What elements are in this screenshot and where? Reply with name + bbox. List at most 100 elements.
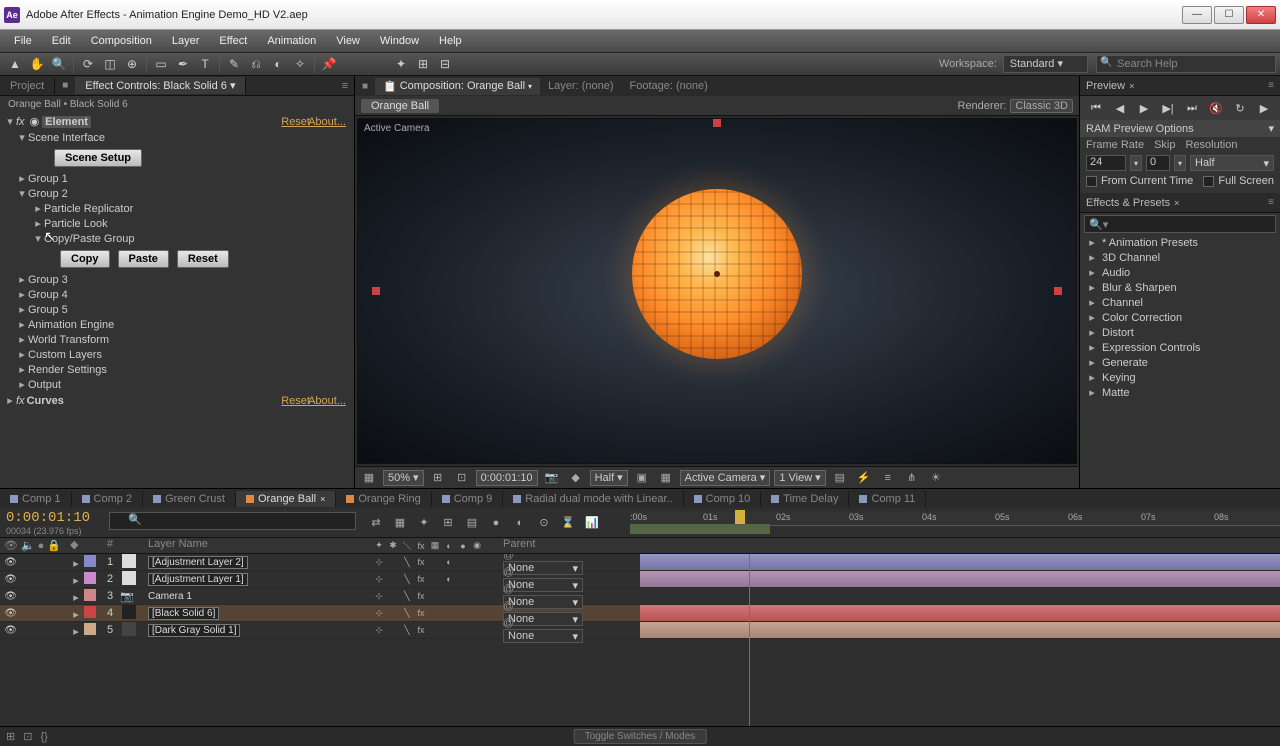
effect-curves-header[interactable]: ▸fx Curves Reset About... — [0, 392, 354, 409]
paste-button[interactable]: Paste — [118, 250, 169, 268]
pickwhip-icon[interactable]: @ — [503, 617, 514, 629]
roto-tool-icon[interactable]: ✧ — [289, 54, 311, 74]
animation-engine-item[interactable]: Animation Engine — [28, 319, 114, 331]
eraser-tool-icon[interactable]: ◐ — [267, 54, 289, 74]
preview-menu-icon[interactable]: ≡ — [1268, 80, 1274, 91]
from-current-checkbox[interactable] — [1086, 176, 1097, 187]
track-2[interactable] — [640, 571, 1280, 587]
menu-window[interactable]: Window — [370, 33, 429, 49]
timeline-icon[interactable]: ≡ — [878, 469, 898, 487]
preset-3d-channel[interactable]: 3D Channel — [1102, 252, 1160, 264]
preview-tab[interactable]: Preview — [1086, 80, 1125, 92]
workspace-select[interactable]: Standard ▾ — [1003, 55, 1088, 73]
timecode-display[interactable]: 0:00:01:10 — [476, 470, 538, 486]
comp-tab-7[interactable]: Comp 10 — [684, 491, 762, 507]
lock2-icon[interactable]: ■ — [355, 81, 375, 92]
viewport[interactable]: Active Camera — [357, 118, 1077, 464]
eye-icon[interactable]: 👁 — [4, 574, 17, 585]
curves-reset-link[interactable]: Reset — [281, 395, 310, 407]
preset-expression[interactable]: Expression Controls — [1102, 342, 1200, 354]
ep-close-icon[interactable]: × — [1174, 198, 1179, 208]
close-button[interactable]: ✕ — [1246, 6, 1276, 24]
play-button[interactable]: ▶ — [1134, 99, 1154, 117]
ep-menu-icon[interactable]: ≡ — [1268, 197, 1274, 208]
effect-element-header[interactable]: ▾ fx ◉ Element Reset About... — [0, 113, 354, 130]
copy-paste-item[interactable]: Copy/Paste Group — [44, 233, 135, 245]
preset-matte[interactable]: Matte — [1102, 387, 1130, 399]
layer-name[interactable]: [Adjustment Layer 2] — [148, 556, 248, 569]
custom-layers-item[interactable]: Custom Layers — [28, 349, 102, 361]
label-chip[interactable] — [84, 555, 96, 567]
menu-layer[interactable]: Layer — [162, 33, 210, 49]
pan-behind-tool-icon[interactable]: ⊕ — [121, 54, 143, 74]
handle-right[interactable] — [1054, 287, 1062, 295]
preset-animation[interactable]: * Animation Presets — [1102, 237, 1198, 249]
roi-icon[interactable]: ▣ — [632, 469, 652, 487]
playhead-line[interactable] — [749, 554, 750, 726]
ram-options-label[interactable]: RAM Preview Options — [1086, 123, 1194, 135]
pickwhip-icon[interactable]: @ — [503, 566, 514, 578]
eye-icon[interactable]: 👁 — [4, 557, 17, 568]
preset-generate[interactable]: Generate — [1102, 357, 1148, 369]
twirl-icon[interactable]: ▸ — [70, 557, 82, 570]
menu-edit[interactable]: Edit — [42, 33, 81, 49]
tl-tool9-icon[interactable]: ⌛ — [558, 514, 578, 532]
loop-button[interactable]: ↻ — [1230, 99, 1250, 117]
fullscreen-checkbox[interactable] — [1203, 176, 1214, 187]
search-help-input[interactable]: Search Help — [1096, 55, 1276, 73]
twirl-icon[interactable]: ▾ — [4, 115, 16, 128]
handle-left[interactable] — [372, 287, 380, 295]
view-mode-select[interactable]: Active Camera▾ — [680, 470, 771, 486]
menu-animation[interactable]: Animation — [257, 33, 326, 49]
preset-keying[interactable]: Keying — [1102, 372, 1136, 384]
group1-item[interactable]: Group 1 — [28, 173, 68, 185]
twirl-icon[interactable]: ▸ — [70, 574, 82, 587]
preview-resolution-select[interactable]: Half▾ — [1190, 155, 1274, 171]
text-tool-icon[interactable]: T — [194, 54, 216, 74]
resolution-select[interactable]: Half▾ — [590, 470, 628, 486]
comp-tab-3[interactable]: Orange Ball × — [236, 491, 336, 507]
ram-preview-button[interactable]: ▶ — [1254, 99, 1274, 117]
clone-tool-icon[interactable]: ⎌ — [245, 54, 267, 74]
particle-replicator-item[interactable]: Particle Replicator — [44, 203, 133, 215]
layer-name[interactable]: [Dark Gray Solid 1] — [148, 624, 240, 637]
comp-flow-icon[interactable]: ⋔ — [902, 469, 922, 487]
pickwhip-icon[interactable]: @ — [503, 600, 514, 612]
snap2-tool-icon[interactable]: ⊟ — [434, 54, 456, 74]
magnify-icon[interactable]: ▦ — [359, 469, 379, 487]
curves-about-link[interactable]: About... — [308, 395, 346, 407]
comp-tab-5[interactable]: Comp 9 — [432, 491, 504, 507]
menu-help[interactable]: Help — [429, 33, 472, 49]
frame-rate-input[interactable]: 24 — [1086, 155, 1126, 171]
eye-icon[interactable]: 👁 — [4, 608, 17, 619]
preset-audio[interactable]: Audio — [1102, 267, 1130, 279]
preview-close-icon[interactable]: × — [1129, 81, 1134, 91]
zoom-tool-icon[interactable]: 🔍 — [48, 54, 70, 74]
layer-name-column[interactable]: Layer Name — [144, 538, 369, 553]
exposure-icon[interactable]: ☀ — [926, 469, 946, 487]
world-transform-item[interactable]: World Transform — [28, 334, 109, 346]
camera-tool-icon[interactable]: ◫ — [99, 54, 121, 74]
skip-dropdown[interactable]: ▾ — [1174, 155, 1186, 171]
rotate-tool-icon[interactable]: ⟳ — [77, 54, 99, 74]
tl-tool2-icon[interactable]: ▦ — [390, 514, 410, 532]
comp-subtab[interactable]: Orange Ball — [361, 99, 439, 113]
maximize-button[interactable]: ☐ — [1214, 6, 1244, 24]
tl-tool8-icon[interactable]: ⊙ — [534, 514, 554, 532]
preset-blur[interactable]: Blur & Sharpen — [1102, 282, 1177, 294]
track-1[interactable] — [640, 554, 1280, 570]
composition-tab[interactable]: 📋Composition: Orange Ball▾ — [375, 78, 540, 95]
comp-tab-1[interactable]: Comp 2 — [72, 491, 144, 507]
grid-icon[interactable]: ⊞ — [428, 469, 448, 487]
fast-preview-icon[interactable]: ⚡ — [854, 469, 874, 487]
group3-item[interactable]: Group 3 — [28, 274, 68, 286]
audio-button[interactable]: 🔇 — [1206, 99, 1226, 117]
layer-name[interactable]: [Black Solid 6] — [148, 607, 219, 620]
tl-tool5-icon[interactable]: ▤ — [462, 514, 482, 532]
track-4[interactable] — [640, 605, 1280, 621]
mask-icon[interactable]: ⊡ — [452, 469, 472, 487]
fr-dropdown[interactable]: ▾ — [1130, 155, 1142, 171]
comp-tab-9[interactable]: Comp 11 — [849, 491, 926, 507]
twirl-icon[interactable]: ▸ — [70, 625, 82, 638]
output-item[interactable]: Output — [28, 379, 61, 391]
